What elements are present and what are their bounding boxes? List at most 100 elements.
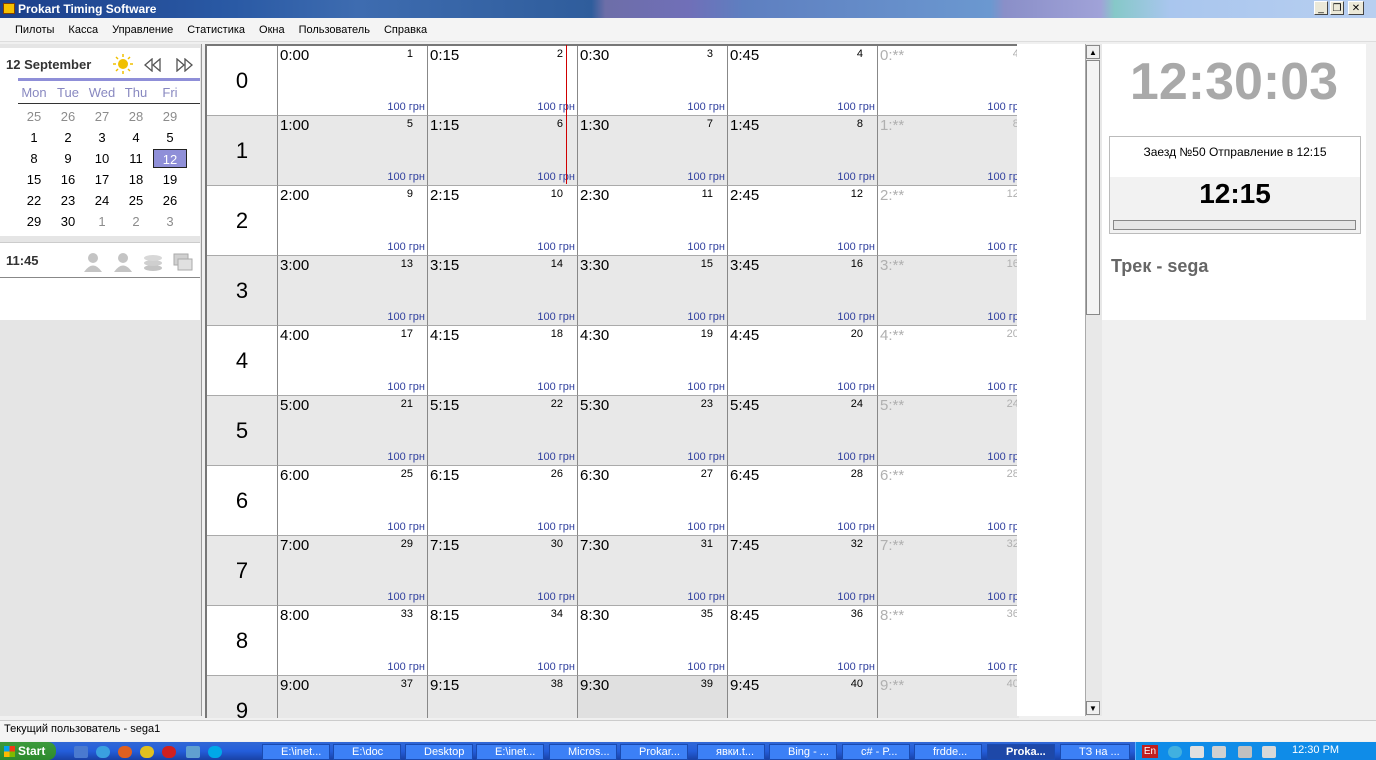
race-slot[interactable]: 5:45 24 100 грн xyxy=(728,396,878,466)
calendar-day[interactable]: 22 xyxy=(17,191,51,210)
calendar-day[interactable]: 29 xyxy=(153,107,187,126)
race-slot[interactable]: 6:00 25 100 грн xyxy=(278,466,428,536)
calendar-day[interactable]: 17 xyxy=(85,170,119,189)
tray-signal-icon[interactable] xyxy=(1238,746,1252,758)
calendar-day[interactable]: 24 xyxy=(85,191,119,210)
race-slot[interactable]: 9:0037100 грн xyxy=(278,676,428,718)
tray-network-icon[interactable] xyxy=(1168,746,1182,758)
race-slot[interactable]: 5:15 22 100 грн xyxy=(428,396,578,466)
race-slot[interactable]: 3:30 15 100 грн xyxy=(578,256,728,326)
menu-kassa[interactable]: Касса xyxy=(61,18,105,42)
add-pilot-icon[interactable] xyxy=(82,251,104,273)
close-button[interactable]: ✕ xyxy=(1348,1,1364,15)
race-slot[interactable]: 6:15 26 100 грн xyxy=(428,466,578,536)
race-slot[interactable]: 4:00 17 100 грн xyxy=(278,326,428,396)
race-slot[interactable]: 5:30 23 100 грн xyxy=(578,396,728,466)
race-slot[interactable]: 6:45 28 100 грн xyxy=(728,466,878,536)
race-slot[interactable]: 3:45 16 100 грн xyxy=(728,256,878,326)
language-indicator[interactable]: En xyxy=(1142,745,1158,758)
tray-volume-icon[interactable] xyxy=(1262,746,1276,758)
calendar-day[interactable]: 11 xyxy=(119,149,153,168)
race-slot[interactable]: 9:**40a100 грн xyxy=(878,676,1019,718)
firefox-icon[interactable] xyxy=(118,746,132,758)
race-slot[interactable]: 0:45 4 100 грн xyxy=(728,46,878,116)
minimize-button[interactable]: _ xyxy=(1314,1,1328,15)
calendar-day[interactable]: 1 xyxy=(85,212,119,231)
coins-icon[interactable] xyxy=(142,251,164,273)
race-slot[interactable]: 4:15 18 100 грн xyxy=(428,326,578,396)
race-slot[interactable]: 0:30 3 100 грн xyxy=(578,46,728,116)
menu-control[interactable]: Управление xyxy=(105,18,180,42)
race-slot[interactable]: 8:15 34 100 грн xyxy=(428,606,578,676)
race-slot[interactable]: 1:00 5 100 грн xyxy=(278,116,428,186)
race-slot[interactable]: 2:00 9 100 грн xyxy=(278,186,428,256)
race-slot[interactable]: 5:00 21 100 грн xyxy=(278,396,428,466)
tray-power-icon[interactable] xyxy=(1212,746,1226,758)
scroll-up-button[interactable]: ▲ xyxy=(1086,45,1100,59)
calendar-day[interactable]: 23 xyxy=(51,191,85,210)
race-slot[interactable]: 7:00 29 100 грн xyxy=(278,536,428,606)
scroll-thumb[interactable] xyxy=(1086,60,1100,315)
race-slot[interactable]: 4:**20a100 грн xyxy=(878,326,1019,396)
race-slot[interactable]: 7:30 31 100 грн xyxy=(578,536,728,606)
calendar-day[interactable]: 25 xyxy=(119,191,153,210)
menu-pilots[interactable]: Пилоты xyxy=(8,18,61,42)
skype-icon[interactable] xyxy=(208,746,222,758)
race-slot[interactable]: 3:15 14 100 грн xyxy=(428,256,578,326)
race-slot[interactable]: 2:15 10 100 грн xyxy=(428,186,578,256)
race-slot[interactable]: 1:30 7 100 грн xyxy=(578,116,728,186)
show-desktop-icon[interactable] xyxy=(74,746,88,758)
race-slot[interactable]: 2:**12a100 грн xyxy=(878,186,1019,256)
windows-icon[interactable] xyxy=(172,251,194,273)
menu-statistics[interactable]: Статистика xyxy=(180,18,252,42)
calendar-day-selected[interactable]: 12 xyxy=(153,149,187,168)
prev-month-icon[interactable] xyxy=(144,58,162,72)
calendar-day[interactable]: 4 xyxy=(119,128,153,147)
taskbar-task[interactable]: Proka... xyxy=(987,744,1055,760)
race-slot[interactable]: 1:45 8 100 грн xyxy=(728,116,878,186)
taskbar-task[interactable]: явки.t... xyxy=(697,744,765,760)
calendar-day[interactable]: 28 xyxy=(119,107,153,126)
taskbar-task[interactable]: Bing - ... xyxy=(769,744,837,760)
race-slot[interactable]: 8:00 33 100 грн xyxy=(278,606,428,676)
race-slot[interactable]: 7:**32a100 грн xyxy=(878,536,1019,606)
taskbar-task[interactable]: E:\inet... xyxy=(476,744,544,760)
pilot-icon[interactable] xyxy=(112,251,134,273)
chrome-icon[interactable] xyxy=(140,746,154,758)
race-slot[interactable]: 4:45 20 100 грн xyxy=(728,326,878,396)
race-slot[interactable]: 5:**24a100 грн xyxy=(878,396,1019,466)
calendar-day[interactable]: 3 xyxy=(153,212,187,231)
taskbar-task[interactable]: Desktop xyxy=(405,744,473,760)
race-slot[interactable]: 7:45 32 100 грн xyxy=(728,536,878,606)
calendar-day[interactable]: 8 xyxy=(17,149,51,168)
calendar-day[interactable]: 3 xyxy=(85,128,119,147)
race-slot[interactable]: 2:45 12 100 грн xyxy=(728,186,878,256)
calendar-day[interactable]: 29 xyxy=(17,212,51,231)
tray-flag-icon[interactable] xyxy=(1190,746,1204,758)
calendar-day[interactable]: 2 xyxy=(51,128,85,147)
race-slot[interactable]: 1:15 6 100 грн xyxy=(428,116,578,186)
race-slot[interactable]: 1:**8a100 грн xyxy=(878,116,1019,186)
race-slot[interactable]: 8:30 35 100 грн xyxy=(578,606,728,676)
calendar-day[interactable]: 16 xyxy=(51,170,85,189)
race-slot[interactable]: 8:45 36 100 грн xyxy=(728,606,878,676)
taskbar-task[interactable]: c# - P... xyxy=(842,744,910,760)
maximize-button[interactable]: ❐ xyxy=(1330,1,1344,15)
calendar-day[interactable]: 10 xyxy=(85,149,119,168)
taskbar-task[interactable]: Micros... xyxy=(549,744,617,760)
taskbar-task[interactable]: E:\inet... xyxy=(262,744,330,760)
taskbar-task[interactable]: E:\doc xyxy=(333,744,401,760)
calendar-day[interactable]: 27 xyxy=(85,107,119,126)
calendar-day[interactable]: 18 xyxy=(119,170,153,189)
ie-icon[interactable] xyxy=(96,746,110,758)
opera-icon[interactable] xyxy=(162,746,176,758)
race-slot[interactable]: 8:**36a100 грн xyxy=(878,606,1019,676)
taskbar-task[interactable]: frdde... xyxy=(914,744,982,760)
calendar-day[interactable]: 9 xyxy=(51,149,85,168)
race-slot[interactable]: 6:**28a100 грн xyxy=(878,466,1019,536)
calendar-day[interactable]: 15 xyxy=(17,170,51,189)
race-slot[interactable]: 9:4540100 грн xyxy=(728,676,878,718)
calendar-day[interactable]: 25 xyxy=(17,107,51,126)
race-slot[interactable]: 9:1538100 грн xyxy=(428,676,578,718)
sun-icon[interactable] xyxy=(113,54,133,74)
